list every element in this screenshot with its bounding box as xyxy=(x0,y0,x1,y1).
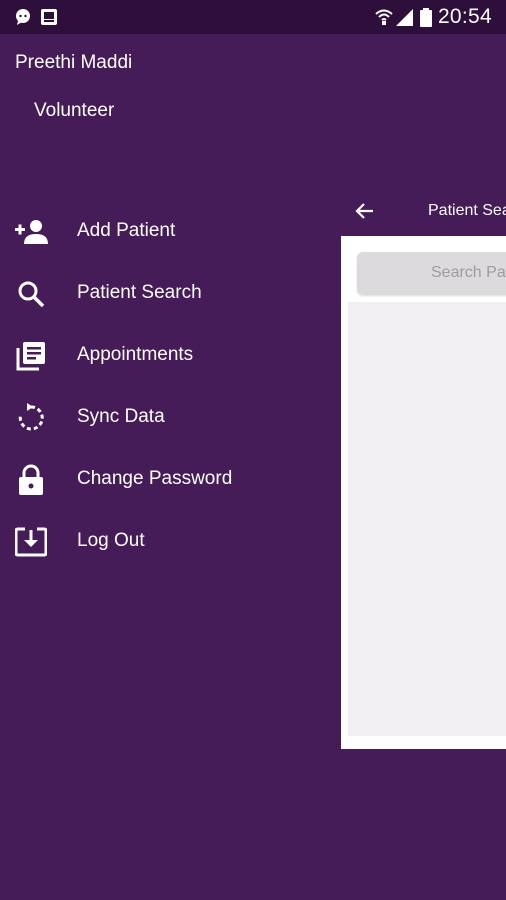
search-icon xyxy=(14,279,48,309)
user-role: Volunteer xyxy=(34,100,115,121)
results-area xyxy=(348,302,506,736)
menu-item-log-out[interactable]: Log Out xyxy=(0,511,330,573)
search-placeholder: Search Patient xyxy=(431,264,506,281)
app-screen: 20:54 Patient Search Search Patient Pree… xyxy=(0,0,506,900)
sync-icon xyxy=(14,403,48,433)
lock-icon xyxy=(14,464,48,495)
menu-item-sync-data[interactable]: Sync Data xyxy=(0,387,330,449)
status-time: 20:54 xyxy=(437,5,492,28)
drawer-menu: Add Patient Patient Search Appointments … xyxy=(0,201,330,573)
add-person-icon xyxy=(14,217,48,247)
menu-item-change-password[interactable]: Change Password xyxy=(0,449,330,511)
background-screen-title: Patient Search xyxy=(428,202,506,219)
user-name: Preethi Maddi xyxy=(15,52,133,73)
background-content-panel xyxy=(341,236,506,749)
menu-item-appointments[interactable]: Appointments xyxy=(0,325,330,387)
library-books-icon xyxy=(14,341,48,371)
menu-item-label: Add Patient xyxy=(77,220,176,241)
menu-item-patient-search[interactable]: Patient Search xyxy=(0,263,330,325)
status-bar: 20:54 xyxy=(0,0,506,34)
menu-item-label: Sync Data xyxy=(77,406,165,427)
download-box-icon xyxy=(14,527,48,557)
menu-item-add-patient[interactable]: Add Patient xyxy=(0,201,330,263)
chat-bubble-icon xyxy=(14,8,32,31)
signal-icon xyxy=(396,9,414,31)
menu-item-label: Appointments xyxy=(77,344,194,365)
wifi-icon xyxy=(375,8,393,31)
menu-item-label: Patient Search xyxy=(77,282,202,303)
menu-item-label: Change Password xyxy=(77,468,233,489)
battery-icon xyxy=(420,8,432,32)
search-input[interactable]: Search Patient xyxy=(357,252,506,295)
back-arrow-icon[interactable] xyxy=(354,200,376,222)
image-icon xyxy=(40,8,58,31)
menu-item-label: Log Out xyxy=(77,530,145,551)
